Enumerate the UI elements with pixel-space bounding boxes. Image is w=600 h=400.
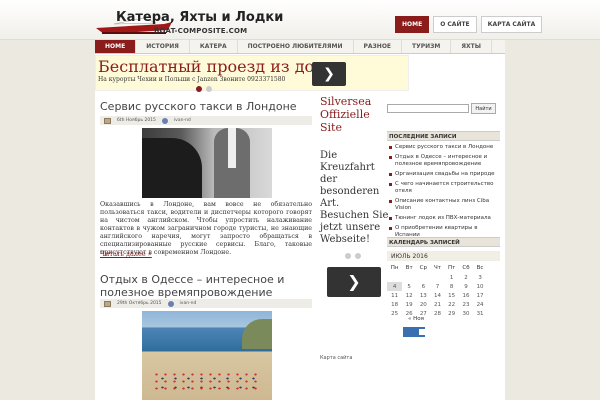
- calendar-day: 16: [462, 292, 470, 299]
- top-link-home[interactable]: HOME: [395, 16, 430, 33]
- weekday-label: Пн: [390, 265, 399, 271]
- weekday-label: Вс: [476, 265, 484, 271]
- post-author[interactable]: ivan-nd: [174, 118, 191, 123]
- top-ad-pager: [196, 86, 212, 92]
- calendar-icon: [104, 117, 111, 124]
- calendar-day: 28: [433, 310, 441, 317]
- calendar-day: 3: [478, 274, 482, 281]
- post-meta: 29th Октябрь 2015 ivan-nd: [100, 299, 312, 308]
- recent-post-link[interactable]: С чего начинается строительство отеля: [387, 181, 500, 195]
- calendar-day: 18: [391, 301, 399, 308]
- calendar-day: 5: [407, 283, 411, 290]
- nav-item-boats[interactable]: КАТЕРА: [190, 40, 238, 53]
- site-title[interactable]: Катера, Яхты и Лодки: [116, 10, 283, 25]
- top-link-about[interactable]: О САЙТЕ: [433, 16, 477, 33]
- calendar-day: 30: [462, 310, 470, 317]
- post-date: 29th Октябрь 2015: [117, 301, 162, 306]
- calendar-day: 15: [448, 292, 456, 299]
- calendar-month: ИЮЛЬ 2016: [387, 251, 500, 261]
- post-author[interactable]: ivan-nd: [180, 301, 197, 306]
- search-button[interactable]: Найти: [471, 103, 496, 114]
- top-links: HOME О САЙТЕ КАРТА САЙТА: [395, 16, 543, 33]
- counter-badge-mark: [419, 329, 425, 335]
- nav-item-amateur-built[interactable]: ПОСТРОЕНО ЛЮБИТЕЛЯМИ: [238, 40, 354, 53]
- top-link-sitemap[interactable]: КАРТА САЙТА: [480, 16, 543, 33]
- main-nav: HOME ИСТОРИЯ КАТЕРА ПОСТРОЕНО ЛЮБИТЕЛЯМИ…: [95, 40, 505, 54]
- calendar-day: 17: [476, 292, 484, 299]
- search-input[interactable]: [387, 104, 469, 113]
- calendar-day: 25: [391, 310, 399, 317]
- nav-item-misc[interactable]: РАЗНОЕ: [354, 40, 403, 53]
- calendar-day: [431, 273, 445, 282]
- calendar-day-today: 4: [387, 282, 403, 291]
- side-ad-text[interactable]: Die Kreuzfahrt der besonderen Art. Besuc…: [320, 150, 390, 246]
- recent-post-link[interactable]: Отдых в Одессе – интересное и полезное в…: [387, 154, 500, 168]
- calendar-day: 7: [435, 283, 440, 290]
- recent-post-link[interactable]: Сервис русского такси в Лондоне: [387, 144, 500, 151]
- sitemap-link[interactable]: Карта сайта: [320, 355, 352, 361]
- post-date: 6th Ноябрь 2015: [117, 118, 156, 123]
- side-ad-arrow-button[interactable]: ❯: [327, 267, 381, 297]
- read-more-link[interactable]: Читать далее »: [100, 250, 152, 258]
- calendar-day: 24: [476, 301, 484, 308]
- calendar-day: 19: [405, 301, 413, 308]
- calendar-day: 9: [464, 283, 468, 290]
- pager-dot-active[interactable]: [196, 86, 202, 92]
- post-image-odessa-beach[interactable]: [142, 311, 272, 400]
- weekday-label: Чт: [433, 265, 441, 271]
- recent-posts-list: Сервис русского такси в Лондоне Отдых в …: [387, 144, 500, 242]
- post-title[interactable]: Отдых в Одессе – интересное и полезное в…: [100, 273, 312, 299]
- recent-post-link[interactable]: Описание контактных линз Ciba Vision: [387, 198, 500, 212]
- calendar-day: 23: [462, 301, 470, 308]
- calendar-day: 22: [448, 301, 456, 308]
- calendar-day: 10: [476, 283, 484, 290]
- calendar-day: 13: [419, 292, 427, 299]
- nav-item-yachts[interactable]: ЯХТЫ: [451, 40, 492, 53]
- calendar-day: 31: [476, 310, 484, 317]
- calendar-day: 11: [391, 292, 399, 299]
- side-ad-title[interactable]: Silversea Offizielle Site: [320, 95, 390, 134]
- calendar-day: 20: [419, 301, 427, 308]
- side-ad-pager: [345, 253, 361, 259]
- recent-post-link[interactable]: Тюнинг лодок из ПВХ-материала: [387, 215, 500, 222]
- post-image-taxi[interactable]: [142, 128, 272, 198]
- post-title[interactable]: Сервис русского такси в Лондоне: [100, 100, 297, 113]
- site-subtitle: BOAT-COMPOSITE.COM: [154, 27, 248, 35]
- calendar-table: Пн Вт Ср Чт Пт Сб Вс 1 2 3 4 5 6 7 8 9 1…: [387, 263, 487, 318]
- author-icon: [161, 117, 168, 124]
- calendar-icon: [104, 300, 111, 307]
- calendar-day: 12: [405, 292, 413, 299]
- calendar-day: 8: [449, 283, 454, 290]
- post-meta: 6th Ноябрь 2015 ivan-nd: [100, 116, 312, 125]
- pager-dot[interactable]: [206, 86, 212, 92]
- top-ad-text[interactable]: На курорты Чехии и Польши с Janzen Звони…: [98, 76, 285, 83]
- calendar-prev-month-link[interactable]: « Ноя: [408, 316, 424, 322]
- weekday-label: Вт: [405, 265, 413, 271]
- top-ad-title[interactable]: Бесплатный проезд из до: [98, 57, 314, 76]
- recent-posts-heading: ПОСЛЕДНИЕ ЗАПИСИ: [387, 131, 500, 141]
- calendar-day: 14: [433, 292, 441, 299]
- author-icon: [167, 300, 174, 307]
- pager-dot[interactable]: [355, 253, 361, 259]
- calendar-day: [387, 273, 402, 282]
- weekday-label: Сб: [462, 265, 470, 271]
- nav-item-home[interactable]: HOME: [95, 40, 137, 53]
- calendar-day: [402, 273, 416, 282]
- top-ad-banner[interactable]: Бесплатный проезд из до На курорты Чехии…: [95, 55, 409, 91]
- calendar-day: 29: [448, 310, 456, 317]
- calendar-day: 1: [449, 274, 454, 281]
- calendar-day: 21: [433, 301, 441, 308]
- top-ad-arrow-button[interactable]: ❯: [312, 62, 346, 86]
- calendar-day: [416, 273, 430, 282]
- calendar-day: 6: [421, 283, 426, 290]
- nav-item-history[interactable]: ИСТОРИЯ: [136, 40, 190, 53]
- weekday-label: Ср: [419, 265, 427, 271]
- calendar-day: 2: [464, 274, 468, 281]
- nav-item-tourism[interactable]: ТУРИЗМ: [402, 40, 452, 53]
- recent-post-link[interactable]: Организация свадьбы на природе: [387, 171, 500, 178]
- calendar-heading: КАЛЕНДАРЬ ЗАПИСЕЙ: [387, 237, 500, 247]
- weekday-label: Пт: [447, 265, 456, 271]
- post-excerpt: Оказавшись в Лондоне, вам вовсе не обяза…: [100, 201, 312, 256]
- pager-dot[interactable]: [345, 253, 351, 259]
